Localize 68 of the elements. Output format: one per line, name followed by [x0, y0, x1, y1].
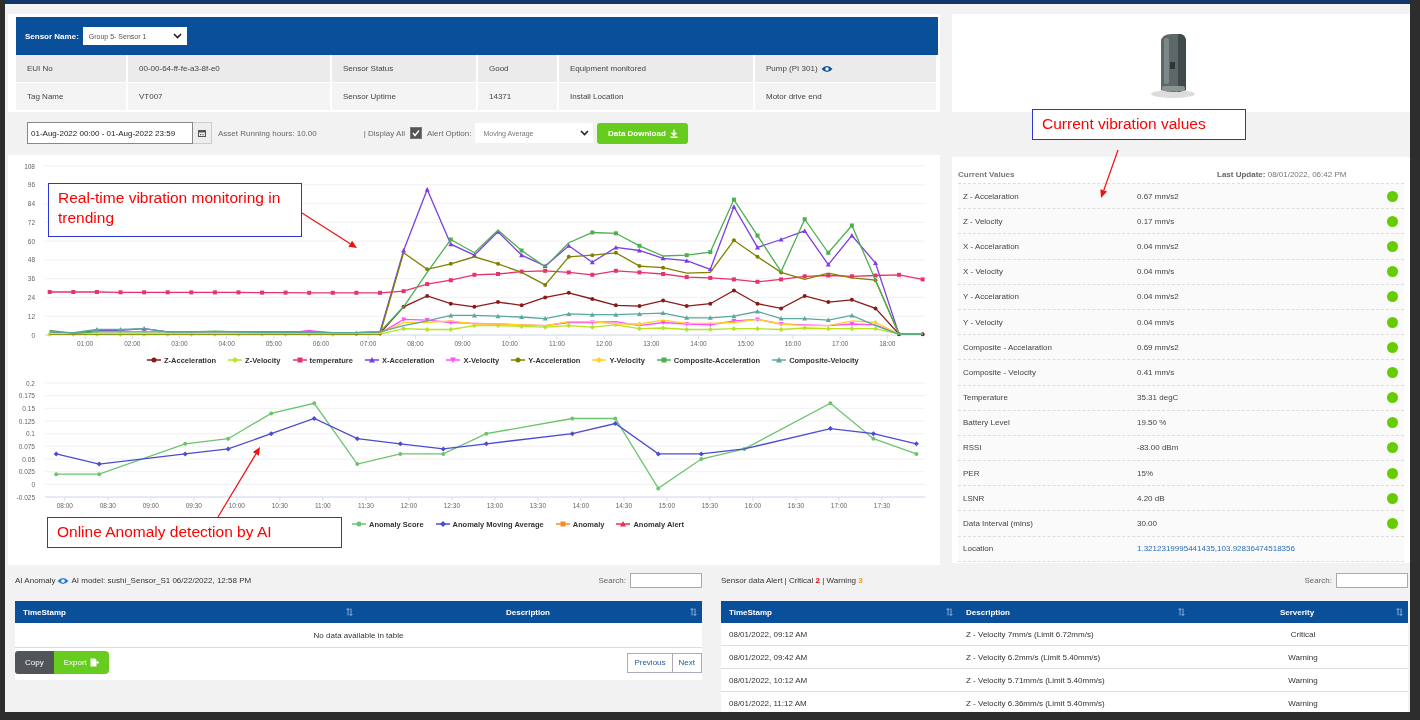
display-all-label: | Display All	[363, 128, 405, 138]
value-text: 0.04 mm/s2	[1137, 241, 1180, 251]
table-cell-text: Z - Velocity 6.2mm/s (Limit 5.40mm/s)	[965, 651, 1102, 664]
value-text: 35.31 degC	[1137, 393, 1180, 403]
table-cell-text: 08/01/2022, 10:12 AM	[728, 674, 809, 687]
ai-model-text: AI model: sushi_Sensor_S1 06/22/2022, 12:58 PM	[71, 576, 252, 585]
value-text: -83.00 dBm	[1137, 443, 1180, 453]
table-cell-text: Z - Velocity 7mm/s (Limit 6.72mm/s)	[965, 628, 1095, 641]
panel-title: Current Values	[958, 169, 1016, 179]
sensor-name-label: Sensor Name:	[25, 31, 79, 41]
table-cell: Sensor Status	[332, 55, 478, 83]
metric-name: Y - Accelaration	[962, 292, 1020, 302]
table-cell: Equipment monitored	[559, 55, 755, 83]
metric-name: Z - Accelaration	[962, 191, 1020, 201]
value-text: 0.67 mm/s2	[1137, 191, 1180, 201]
value-text: 4.20 dB	[1137, 493, 1166, 503]
metric-name: Composite - Accelaration	[962, 342, 1053, 352]
alert-summary: Sensor data Alert | Critical 2 | Warning 3	[721, 576, 863, 585]
table-cell: 14371	[478, 83, 559, 111]
table-cell-text: Warning	[1287, 651, 1319, 664]
value-text: 30.00	[1137, 519, 1159, 529]
metric-name: RSSI	[962, 443, 983, 453]
alert-option-label: Alert Option:	[426, 128, 472, 138]
callout-box: Current vibration values	[1032, 109, 1246, 140]
table-cell: Motor drive end	[755, 83, 938, 111]
value-text: 0.04 mm/s	[1137, 317, 1176, 327]
metric-name: Z - Velocity	[962, 216, 1004, 226]
value-text: 15%	[1137, 468, 1154, 478]
table-cell-text: 08/01/2022, 09:42 AM	[728, 651, 809, 664]
table-cell-text: Z - Velocity 6.36mm/s (Limit 5.40mm/s)	[965, 697, 1106, 710]
metric-name: Y - Velocity	[962, 317, 1004, 327]
callout-box: Real-time vibration monitoring in trending	[48, 183, 302, 237]
metric-name: LSNR	[962, 493, 986, 503]
empty-table-message: No data available in table	[15, 623, 702, 648]
callout-box: Online Anomaly detection by AI	[47, 517, 342, 548]
table-cell-text: 08/01/2022, 11:12 AM	[728, 697, 808, 710]
value-text: 0.04 mm/s	[1137, 267, 1176, 277]
table-cell: Install Location	[559, 83, 755, 111]
cell-text: Pump (PI 301)	[766, 64, 818, 73]
table-cell: EUI No	[16, 55, 128, 83]
section-label: AI Anomaly	[15, 576, 56, 585]
table-cell-text: Warning	[1287, 697, 1319, 710]
table-cell: VT007	[128, 83, 332, 111]
search-label: Search:	[1304, 576, 1332, 585]
metric-name: Composite - Velocity	[962, 367, 1037, 377]
table-cell-text: Critical	[1289, 628, 1317, 641]
metric-name: Battery Level	[962, 418, 1011, 428]
metric-name: Data Interval (mins)	[962, 519, 1034, 529]
metric-name: Temperature	[962, 393, 1009, 403]
value-text: 0.69 mm/s2	[1137, 342, 1180, 352]
table-cell: 00-00-64-ff-fe-a3-8f-e0	[128, 55, 332, 83]
metric-name: X - Accelaration	[962, 241, 1021, 251]
table-cell-text: 08/01/2022, 09:12 AM	[728, 628, 809, 641]
table-cell: Good	[478, 55, 559, 83]
table-cell: Sensor Uptime	[332, 83, 478, 111]
metric-name: Location	[962, 544, 995, 554]
value-text: 0.41 mm/s	[1137, 367, 1176, 377]
value-text: 19.50 %	[1137, 418, 1168, 428]
table-cell-text: Z - Velocity 5.71mm/s (Limit 5.40mm/s)	[965, 674, 1106, 687]
value-text: 0.17 mm/s	[1137, 216, 1176, 226]
metric-name: PER	[962, 468, 981, 478]
metric-name: X - Velocity	[962, 267, 1004, 277]
table-cell-text: Warning	[1287, 674, 1319, 687]
asset-running-hours: Asset Running hours: 10.00	[218, 128, 317, 138]
value-text: 0.04 mm/s2	[1137, 292, 1180, 302]
search-label: Search:	[598, 576, 626, 585]
table-cell: Tag Name	[16, 83, 128, 111]
last-update-text: Last Update: 08/01/2022, 06:42 PM	[1217, 169, 1347, 179]
